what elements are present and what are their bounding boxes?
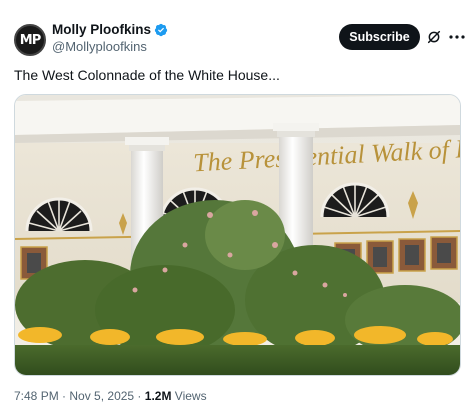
- more-dots-icon: [449, 35, 465, 39]
- boxwood-hedge: [15, 345, 460, 375]
- display-name[interactable]: Molly Ploofkins: [52, 22, 151, 37]
- tweet-date[interactable]: Nov 5, 2025: [69, 389, 134, 403]
- tweet-text: The West Colonnade of the White House...: [14, 67, 280, 83]
- subscribe-button[interactable]: Subscribe: [339, 24, 420, 50]
- tweet-photo[interactable]: The Presidential Walk of Fame: [14, 94, 461, 376]
- colonnade-photo: The Presidential Walk of Fame: [15, 95, 460, 375]
- views-label: Views: [171, 389, 207, 403]
- avatar[interactable]: MP: [14, 24, 46, 56]
- verified-badge-icon: [154, 23, 168, 36]
- grok-icon[interactable]: [426, 29, 442, 45]
- tweet: MP Molly Ploofkins @Mollyploofkins Subsc…: [0, 0, 474, 414]
- meta-separator: ·: [58, 389, 70, 403]
- views-count: 1.2M: [144, 389, 172, 403]
- tweet-time[interactable]: 7:48 PM: [14, 389, 59, 403]
- author-name-row: Molly Ploofkins: [52, 22, 168, 37]
- more-icon[interactable]: [448, 28, 466, 46]
- meta-separator: ·: [134, 389, 145, 403]
- author-handle[interactable]: @Mollyploofkins: [52, 39, 147, 54]
- tweet-meta: 7:48 PM · Nov 5, 2025 · 1.2M Views: [14, 389, 207, 403]
